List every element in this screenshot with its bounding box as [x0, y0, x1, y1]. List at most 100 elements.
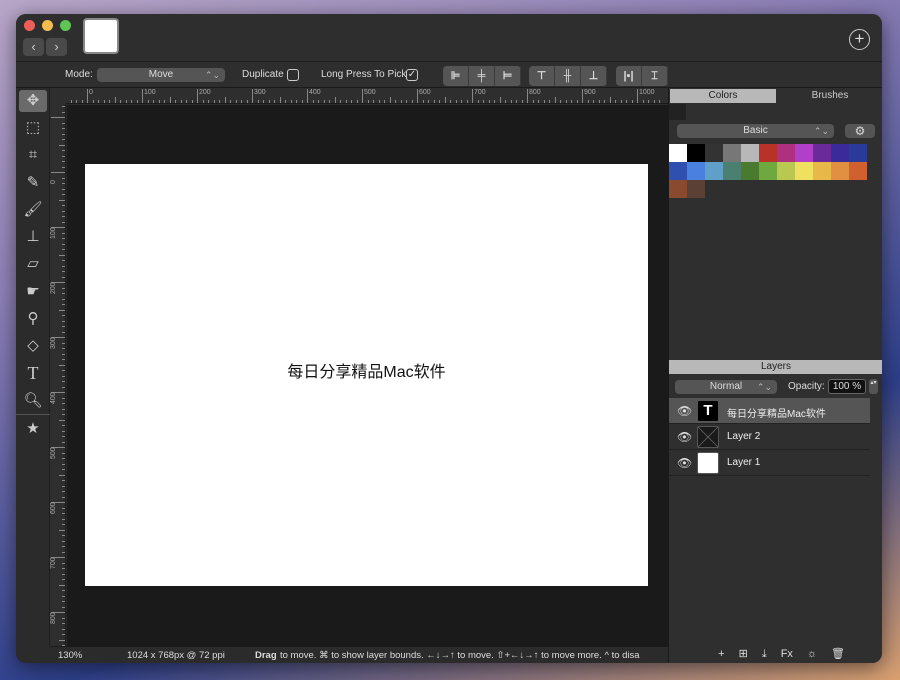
ruler-tick [103, 100, 105, 103]
ruler-label: 500 [364, 89, 376, 96]
ruler-tick [62, 601, 65, 602]
color-swatch[interactable] [795, 162, 813, 180]
color-swatch[interactable] [813, 162, 831, 180]
color-swatch[interactable] [759, 144, 777, 162]
color-swatch[interactable] [813, 144, 831, 162]
minimize-button[interactable] [42, 20, 53, 31]
color-swatch[interactable] [741, 162, 759, 180]
align-top-icon[interactable]: ⊤ [529, 66, 555, 86]
ruler-tick [488, 100, 490, 103]
add-document-button[interactable]: + [849, 29, 870, 50]
eye-icon[interactable]: 👁︎ [677, 456, 692, 470]
color-swatch[interactable] [687, 144, 705, 162]
color-swatch[interactable] [669, 162, 687, 180]
color-swatch[interactable] [777, 144, 795, 162]
zoom-tool-icon[interactable]: 🔍︎ [16, 387, 50, 414]
ruler-tick [395, 100, 396, 103]
canvas-area[interactable]: 每日分享精品Mac软件 [67, 105, 668, 646]
color-swatch[interactable] [831, 144, 849, 162]
opacity-stepper[interactable]: ▴▾ [869, 379, 878, 394]
ruler-tick [62, 568, 65, 569]
ruler-tick [59, 419, 65, 421]
fill-tool-icon[interactable]: ◇ [16, 332, 50, 359]
align-center-v-icon[interactable]: ╫ [555, 66, 581, 86]
align-right-icon[interactable]: ⊨ [495, 66, 521, 86]
color-swatch[interactable] [669, 180, 687, 198]
dodge-tool-icon[interactable]: ⚲ [16, 305, 50, 332]
ruler-tick [373, 100, 374, 103]
blend-mode-select[interactable]: Normal ⌃⌄ [675, 380, 777, 394]
color-swatch[interactable] [723, 144, 741, 162]
distribute-vertical-icon[interactable]: ⌶ [642, 66, 668, 86]
ruler-tick [329, 100, 330, 103]
duplicate-checkbox[interactable] [287, 69, 299, 81]
crop-tool-icon[interactable]: ⌗ [16, 141, 50, 168]
align-center-h-icon[interactable]: ╪ [469, 66, 495, 86]
back-button[interactable]: ‹ [23, 38, 44, 56]
ruler-tick [62, 634, 65, 635]
color-swatch[interactable] [687, 162, 705, 180]
document-thumbnail[interactable] [83, 18, 119, 54]
ruler-tick [120, 100, 121, 103]
ruler-tick [62, 298, 65, 300]
mode-select[interactable]: Move ⌃⌄ [97, 68, 225, 82]
move-tool-icon[interactable]: ✥ [19, 90, 47, 112]
eyedropper-tool-icon[interactable]: ✎ [16, 169, 50, 196]
zoom-button[interactable] [60, 20, 71, 31]
color-swatch[interactable] [849, 162, 867, 180]
stamp-tool-icon[interactable]: ⊥ [16, 223, 50, 250]
palette-settings-gear-icon[interactable]: ⚙ [845, 124, 875, 138]
effects-icon[interactable]: Fx [781, 646, 793, 663]
eye-icon[interactable]: 👁︎ [677, 404, 692, 418]
smudge-tool-icon[interactable]: ☛ [16, 278, 50, 305]
color-swatch[interactable] [777, 162, 795, 180]
canvas-text-layer[interactable]: 每日分享精品Mac软件 [85, 358, 648, 382]
color-swatch[interactable] [705, 162, 723, 180]
long-press-checkbox[interactable]: ✓ [406, 69, 418, 81]
color-swatch[interactable] [795, 144, 813, 162]
ruler-tick [516, 100, 517, 103]
ruler-tick [62, 491, 65, 492]
align-bottom-icon[interactable]: ⊥ [581, 66, 607, 86]
forward-button[interactable]: › [46, 38, 67, 56]
eraser-tool-icon[interactable]: ▱ [16, 250, 50, 277]
color-swatch[interactable] [723, 162, 741, 180]
color-swatch[interactable] [759, 162, 777, 180]
ruler-tick [208, 100, 209, 103]
ruler-tick [417, 89, 418, 103]
color-swatch[interactable] [831, 162, 849, 180]
ruler-tick [114, 97, 116, 103]
opacity-field[interactable]: 100 % [828, 379, 866, 394]
text-tool-icon[interactable]: T [16, 360, 50, 387]
layer-row[interactable]: 👁︎ Layer 1 [669, 450, 870, 476]
color-swatch[interactable] [849, 144, 867, 162]
ruler-tick [62, 397, 65, 399]
document-canvas[interactable]: 每日分享精品Mac软件 [85, 164, 648, 586]
color-swatch[interactable] [687, 180, 705, 198]
adjustments-icon[interactable]: ☼ [807, 646, 817, 663]
ruler-label: 0 [89, 89, 93, 96]
layer-row[interactable]: 👁︎ T 每日分享精品Mac软件 [669, 398, 870, 424]
eye-icon[interactable]: 👁︎ [677, 430, 692, 444]
ruler-tick [62, 606, 65, 608]
layer-row[interactable]: 👁︎ Layer 2 [669, 424, 870, 450]
close-button[interactable] [24, 20, 35, 31]
color-swatch[interactable] [669, 144, 687, 162]
marquee-tool-icon[interactable]: ⬚ [16, 114, 50, 141]
new-group-icon[interactable]: ⊞ [739, 646, 748, 663]
ruler-tick [598, 100, 600, 103]
tab-colors[interactable]: Colors [670, 89, 776, 103]
ruler-tick [62, 177, 65, 179]
favorites-star-icon[interactable]: ★ [16, 414, 50, 441]
tab-brushes[interactable]: Brushes [777, 89, 882, 103]
align-left-icon[interactable]: ⊫ [443, 66, 469, 86]
distribute-horizontal-icon[interactable]: |▪| [616, 66, 642, 86]
ruler-tick [62, 590, 65, 591]
palette-select[interactable]: Basic ⌃⌄ [677, 124, 834, 138]
color-swatch[interactable] [741, 144, 759, 162]
merge-down-icon[interactable]: ⤓ [762, 646, 767, 663]
trash-icon[interactable]: 🗑 [831, 646, 845, 663]
brush-tool-icon[interactable]: 🖌︎ [16, 196, 50, 223]
add-layer-icon[interactable]: + [718, 646, 724, 663]
color-swatch[interactable] [705, 144, 723, 162]
